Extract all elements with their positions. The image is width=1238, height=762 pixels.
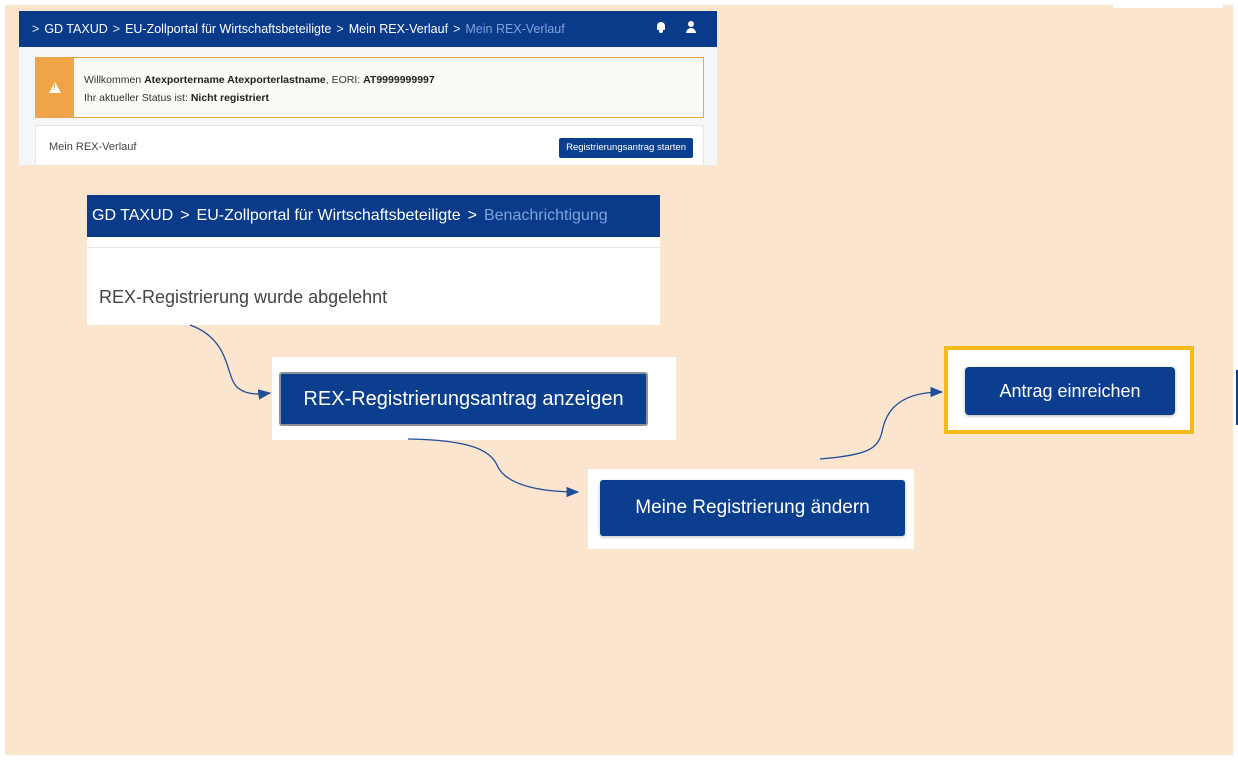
chevron-right-icon: > — [453, 22, 461, 36]
divider — [87, 247, 660, 248]
submit-application-button[interactable]: Antrag einreichen — [965, 367, 1175, 415]
white-patch — [1113, 0, 1223, 8]
chevron-right-icon: > — [467, 207, 477, 224]
alert-text: Willkommen Atexportername Atexporterlast… — [74, 58, 445, 117]
show-application-wrapper: REX-Registrierungsantrag anzeigen — [272, 357, 676, 440]
eori-label: , EORI: — [325, 74, 361, 86]
notification-screenshot: GD TAXUD > EU-Zollportal für Wirtschafts… — [87, 195, 660, 325]
breadcrumb-current: Benachrichtigung — [483, 207, 608, 224]
bell-icon[interactable] — [655, 21, 667, 33]
chevron-right-icon: > — [336, 22, 344, 36]
user-icon[interactable] — [685, 21, 697, 33]
eori-value: AT9999999997 — [363, 74, 435, 86]
panel-title: Mein REX-Verlauf — [49, 141, 137, 153]
rex-history-panel: Mein REX-Verlauf Registrierungsantrag st… — [35, 125, 704, 165]
change-registration-wrapper: Meine Registrierung ändern — [588, 469, 914, 549]
breadcrumb-current: Mein REX-Verlauf — [465, 22, 565, 36]
rejection-message: REX-Registrierung wurde abgelehnt — [99, 287, 388, 307]
breadcrumb-rex-history[interactable]: Mein REX-Verlauf — [349, 22, 448, 36]
breadcrumb-gd-taxud[interactable]: GD TAXUD — [92, 207, 173, 225]
rex-history-screenshot: > GD TAXUD > EU-Zollportal für Wirtschaf… — [19, 11, 717, 165]
chevron-right-icon: > — [180, 207, 190, 224]
warning-icon — [49, 82, 61, 93]
welcome-prefix: Willkommen — [84, 74, 142, 86]
status-value: Nicht registriert — [190, 92, 269, 104]
breadcrumb-gd-taxud[interactable]: GD TAXUD — [44, 22, 107, 36]
top-nav-bar: > GD TAXUD > EU-Zollportal für Wirtschaf… — [19, 11, 717, 47]
change-registration-button[interactable]: Meine Registrierung ändern — [600, 480, 905, 536]
breadcrumb-eu-portal[interactable]: EU-Zollportal für Wirtschaftsbeteiligte — [197, 207, 461, 225]
top-nav-bar: GD TAXUD > EU-Zollportal für Wirtschafts… — [87, 195, 660, 237]
chevron-right-icon: > — [32, 22, 40, 36]
submit-application-highlight: Antrag einreichen — [944, 346, 1194, 434]
status-alert: Willkommen Atexportername Atexporterlast… — [35, 57, 704, 118]
breadcrumb-eu-portal[interactable]: EU-Zollportal für Wirtschaftsbeteiligte — [125, 22, 331, 36]
chevron-right-icon: > — [112, 22, 121, 36]
warning-icon-box — [36, 58, 74, 117]
show-application-button[interactable]: REX-Registrierungsantrag anzeigen — [279, 372, 648, 426]
status-prefix: Ihr aktueller Status ist: — [84, 92, 188, 104]
start-registration-button[interactable]: Registrierungsantrag starten — [559, 138, 693, 158]
user-name: Atexportername Atexporterlastname — [144, 74, 326, 86]
